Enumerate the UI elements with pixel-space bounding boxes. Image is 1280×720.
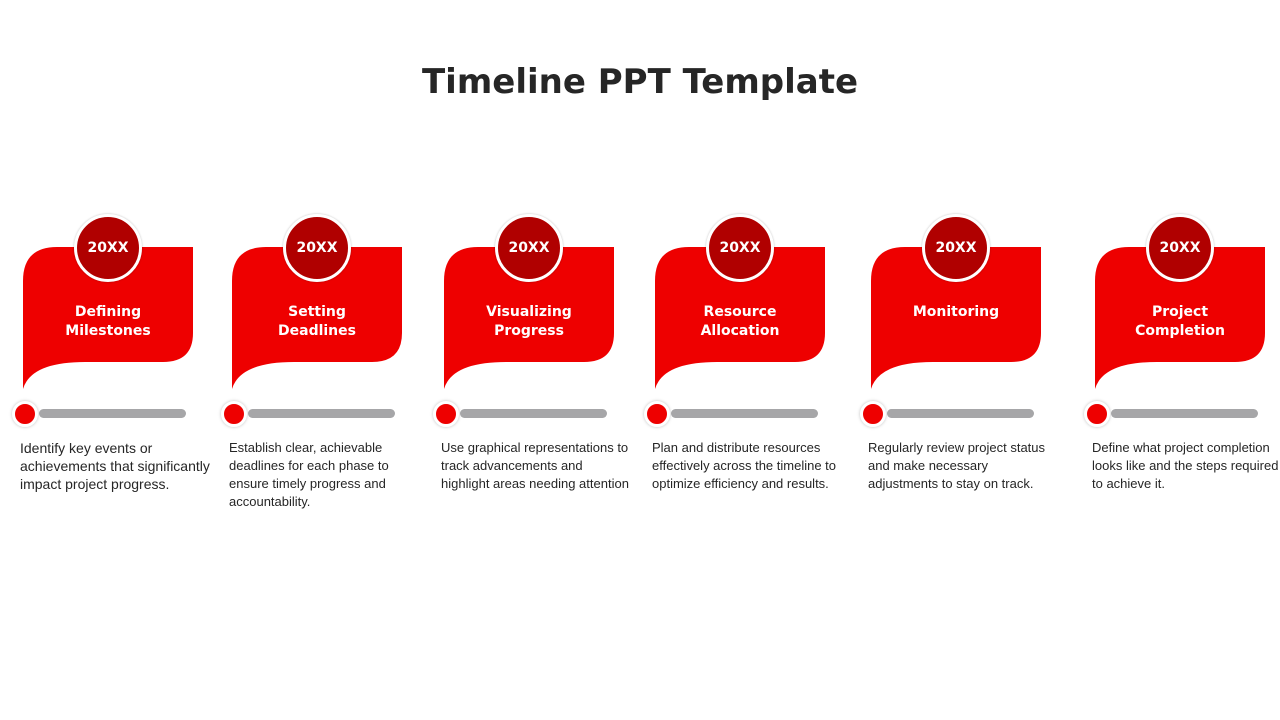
timeline-step: 20XX Resource Allocation Plan and distribut… — [644, 210, 855, 530]
year-badge: 20XX — [495, 214, 563, 282]
step-description: Plan and distribute resources effectivel… — [652, 440, 837, 491]
step-title: Defining Milestones — [23, 303, 193, 341]
step-description: Regularly review project status and make… — [868, 440, 1046, 491]
step-title-line: Setting — [288, 304, 346, 320]
timeline-dot — [644, 401, 670, 427]
year-badge: 20XX — [74, 214, 142, 282]
step-title-line: Progress — [494, 323, 564, 339]
step-title-line: Resource — [703, 304, 777, 320]
step-title: Monitoring — [871, 303, 1041, 322]
timeline-dot — [12, 401, 38, 427]
step-title-line: Completion — [1135, 323, 1225, 339]
step-description: Define what project completion looks lik… — [1092, 440, 1279, 491]
timeline-step: 20XX Project Completion Define what project… — [1084, 210, 1280, 530]
step-title-line: Allocation — [700, 323, 780, 339]
timeline-bar — [248, 409, 395, 418]
step-description: Establish clear, achievable deadlines fo… — [229, 440, 389, 509]
timeline-bar — [460, 409, 607, 418]
step-title-line: Monitoring — [912, 304, 1000, 320]
step-title: Resource Allocation — [655, 303, 825, 341]
step-title-line: Deadlines — [278, 323, 356, 339]
timeline-step: 20XX Defining Milestones Identify key event… — [12, 210, 223, 530]
timeline-dot — [860, 401, 886, 427]
timeline-bar — [887, 409, 1034, 418]
step-title: Project Completion — [1095, 303, 1265, 341]
timeline-step: 20XX Monitoring Regularly review project s… — [860, 210, 1071, 530]
year-badge: 20XX — [1146, 214, 1214, 282]
year-badge: 20XX — [283, 214, 351, 282]
step-title: Visualizing Progress — [444, 303, 614, 341]
step-title-line: Visualizing — [486, 304, 572, 320]
timeline-step: 20XX Visualizing Progress Use graphical rep… — [433, 210, 644, 530]
timeline-bar — [671, 409, 818, 418]
year-badge: 20XX — [922, 214, 990, 282]
timeline-bar — [39, 409, 186, 418]
timeline-dot — [221, 401, 247, 427]
step-title: Setting Deadlines — [232, 303, 402, 341]
step-description: Use graphical representations to track a… — [441, 440, 629, 491]
slide-title: Timeline PPT Template — [421, 62, 859, 102]
timeline-step: 20XX Setting Deadlines Establish clear, ach… — [221, 210, 432, 530]
timeline-bar — [1111, 409, 1258, 418]
step-description: Identify key events or achievements that… — [20, 440, 210, 492]
step-title-line: Defining — [74, 304, 142, 320]
step-title-line: Project — [1151, 304, 1209, 320]
year-badge: 20XX — [706, 214, 774, 282]
timeline-dot — [433, 401, 459, 427]
step-title-line: Milestones — [65, 323, 151, 339]
timeline-dot — [1084, 401, 1110, 427]
